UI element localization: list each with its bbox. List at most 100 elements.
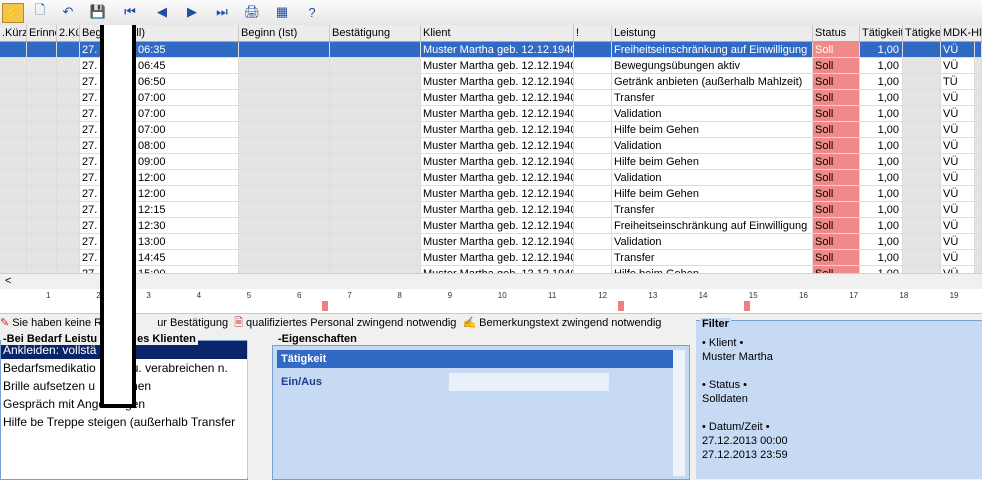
cell-leistung: Freiheitseinschränkung auf Einwilligung xyxy=(612,218,813,234)
column-header-1[interactable]: Erinne xyxy=(27,25,57,41)
cell xyxy=(239,138,330,154)
table-row[interactable]: 27. 12:00 Muster Martha geb. 12.12.1940 Hil… xyxy=(0,186,982,202)
cell-status: Soll xyxy=(813,122,860,138)
column-header-6[interactable]: Klient xyxy=(421,25,574,41)
cell-taetigkeit: 1,00 xyxy=(860,202,903,218)
cell xyxy=(27,234,57,250)
cell-beginn-time: 08:00 xyxy=(136,138,239,154)
schedule-grid: .KürzErinne2.KüBeginn (Soll)Beginn (Ist)… xyxy=(0,25,982,273)
column-header-12[interactable]: MDK-HM xyxy=(941,25,982,41)
cell-taetigkeit: 1,00 xyxy=(860,250,903,266)
timeline: 1 2 3 4 5 6 7 8 9 10 11 12 13 14 15 16 17 18 19 xyxy=(0,289,982,314)
cell-taetigkeit: 1,00 xyxy=(860,186,903,202)
table-row[interactable]: 27. 13:00 Muster Martha geb. 12.12.1940 Val… xyxy=(0,234,982,250)
cell xyxy=(903,170,941,186)
legend-qualified-staff: qualifiziertes Personal zwingend notwend… xyxy=(246,317,457,329)
table-row[interactable]: 27.15:00Muster Martha geb. 12.12.1940Hil… xyxy=(0,266,982,273)
column-header-8[interactable]: Leistung xyxy=(612,25,813,41)
table-row[interactable]: 27. 09:00 Muster Martha geb. 12.12.1940 Hil… xyxy=(0,154,982,170)
filter-klient-label: • Klient • xyxy=(702,337,744,349)
cell xyxy=(330,154,421,170)
cell-beginn-time: 06:45 xyxy=(136,58,239,74)
cell xyxy=(0,154,27,170)
cell xyxy=(239,154,330,170)
cell-mdk: TÜ xyxy=(941,74,975,90)
help-icon[interactable]: ? xyxy=(302,3,322,21)
cell xyxy=(0,42,27,58)
cell-leistung: Freiheitseinschränkung auf Einwilligung xyxy=(612,42,813,58)
cell xyxy=(574,234,612,250)
column-header-10[interactable]: Tätigkeit xyxy=(860,25,903,41)
cell-klient: Muster Martha geb. 12.12.1940 xyxy=(421,266,574,273)
cell xyxy=(57,234,80,250)
cell xyxy=(57,90,80,106)
lightning-icon[interactable]: ⚡ xyxy=(2,3,24,23)
document-icon: 🗎 xyxy=(234,317,244,329)
cell-beginn-time: 12:15 xyxy=(136,202,239,218)
cell xyxy=(330,234,421,250)
table-row[interactable]: 27. 07:00 Muster Martha geb. 12.12.1940 Tra… xyxy=(0,90,982,106)
bedarf-scrollbar[interactable] xyxy=(247,340,264,478)
cell xyxy=(330,266,421,273)
cell xyxy=(239,202,330,218)
new-document-icon[interactable]: 🗋 xyxy=(30,2,50,21)
cell xyxy=(903,218,941,234)
timeline-tick: 14 xyxy=(698,291,708,300)
previous-record-icon[interactable]: ◀ xyxy=(152,3,172,21)
cell xyxy=(975,202,982,218)
table-row[interactable]: 27. 12:00 Muster Martha geb. 12.12.1940 Val… xyxy=(0,170,982,186)
table-row[interactable]: 27. 06:50 Muster Martha geb. 12.12.1940 Get… xyxy=(0,74,982,90)
cell xyxy=(903,154,941,170)
cell-status: Soll xyxy=(813,186,860,202)
column-header-7[interactable]: ! xyxy=(574,25,612,41)
undo-icon[interactable]: ↶ xyxy=(58,3,78,21)
cell-beginn-time: 07:00 xyxy=(136,122,239,138)
table-row[interactable]: 27. 14:45 Muster Martha geb. 12.12.1940 Tra… xyxy=(0,250,982,266)
timeline-tick: 8 xyxy=(397,291,402,300)
column-header-11[interactable]: Tätigkeit xyxy=(903,25,941,41)
cell-leistung: Hilfe beim Gehen xyxy=(612,266,813,273)
ein-aus-field[interactable] xyxy=(449,373,609,391)
eigenschaften-scrollbar[interactable] xyxy=(673,350,685,476)
save-icon[interactable]: 💾 xyxy=(88,3,108,21)
scroll-left-arrow-icon[interactable]: < xyxy=(5,275,11,287)
cell xyxy=(574,202,612,218)
cell-taetigkeit: 1,00 xyxy=(860,266,903,273)
print-icon[interactable]: 🖨 xyxy=(242,3,262,21)
cell xyxy=(903,266,941,273)
column-header-5[interactable]: Bestätigung xyxy=(330,25,421,41)
filter-datum-to: 27.12.2013 23:59 xyxy=(702,449,788,461)
table-row[interactable]: 27. 08:00 Muster Martha geb. 12.12.1940 Val… xyxy=(0,138,982,154)
cell-status: Soll xyxy=(813,266,860,273)
cell xyxy=(27,186,57,202)
bedarf-list-item[interactable]: Hilfe be Treppe steigen (außerhalb Trans… xyxy=(1,413,247,431)
cell xyxy=(330,218,421,234)
cell xyxy=(57,138,80,154)
table-row[interactable]: 27. 06:35 Muster Martha geb. 12.12.1940 Fre… xyxy=(0,42,982,58)
cell xyxy=(57,266,80,273)
column-header-4[interactable]: Beginn (Ist) xyxy=(239,25,330,41)
table-row[interactable]: 27. 12:30 Muster Martha geb. 12.12.1940 Fre… xyxy=(0,218,982,234)
calculator-icon[interactable]: ▦ xyxy=(272,3,292,21)
table-row[interactable]: 27. 07:00 Muster Martha geb. 12.12.1940 Val… xyxy=(0,106,982,122)
filter-title: Filter xyxy=(700,318,731,330)
cell xyxy=(0,202,27,218)
cell xyxy=(330,250,421,266)
table-row[interactable]: 27. 12:15 Muster Martha geb. 12.12.1940 Tra… xyxy=(0,202,982,218)
column-header-9[interactable]: Status xyxy=(813,25,860,41)
cell xyxy=(57,218,80,234)
filter-datum-label: • Datum/Zeit • xyxy=(702,421,770,433)
cell-mdk: VÜ xyxy=(941,106,975,122)
cell xyxy=(27,202,57,218)
cell-beginn-time: 06:35 xyxy=(136,42,239,58)
cell xyxy=(975,154,982,170)
next-record-icon[interactable]: ▶ xyxy=(182,3,202,21)
column-header-0[interactable]: .Kürz xyxy=(0,25,27,41)
table-row[interactable]: 27. 06:45 Muster Martha geb. 12.12.1940 Bew… xyxy=(0,58,982,74)
table-row[interactable]: 27. 07:00 Muster Martha geb. 12.12.1940 Hil… xyxy=(0,122,982,138)
last-record-icon[interactable]: ⏭ xyxy=(212,3,232,21)
cell xyxy=(903,74,941,90)
cell xyxy=(574,58,612,74)
column-header-2[interactable]: 2.Kü xyxy=(57,25,80,41)
first-record-icon[interactable]: ⏮ xyxy=(120,3,140,21)
